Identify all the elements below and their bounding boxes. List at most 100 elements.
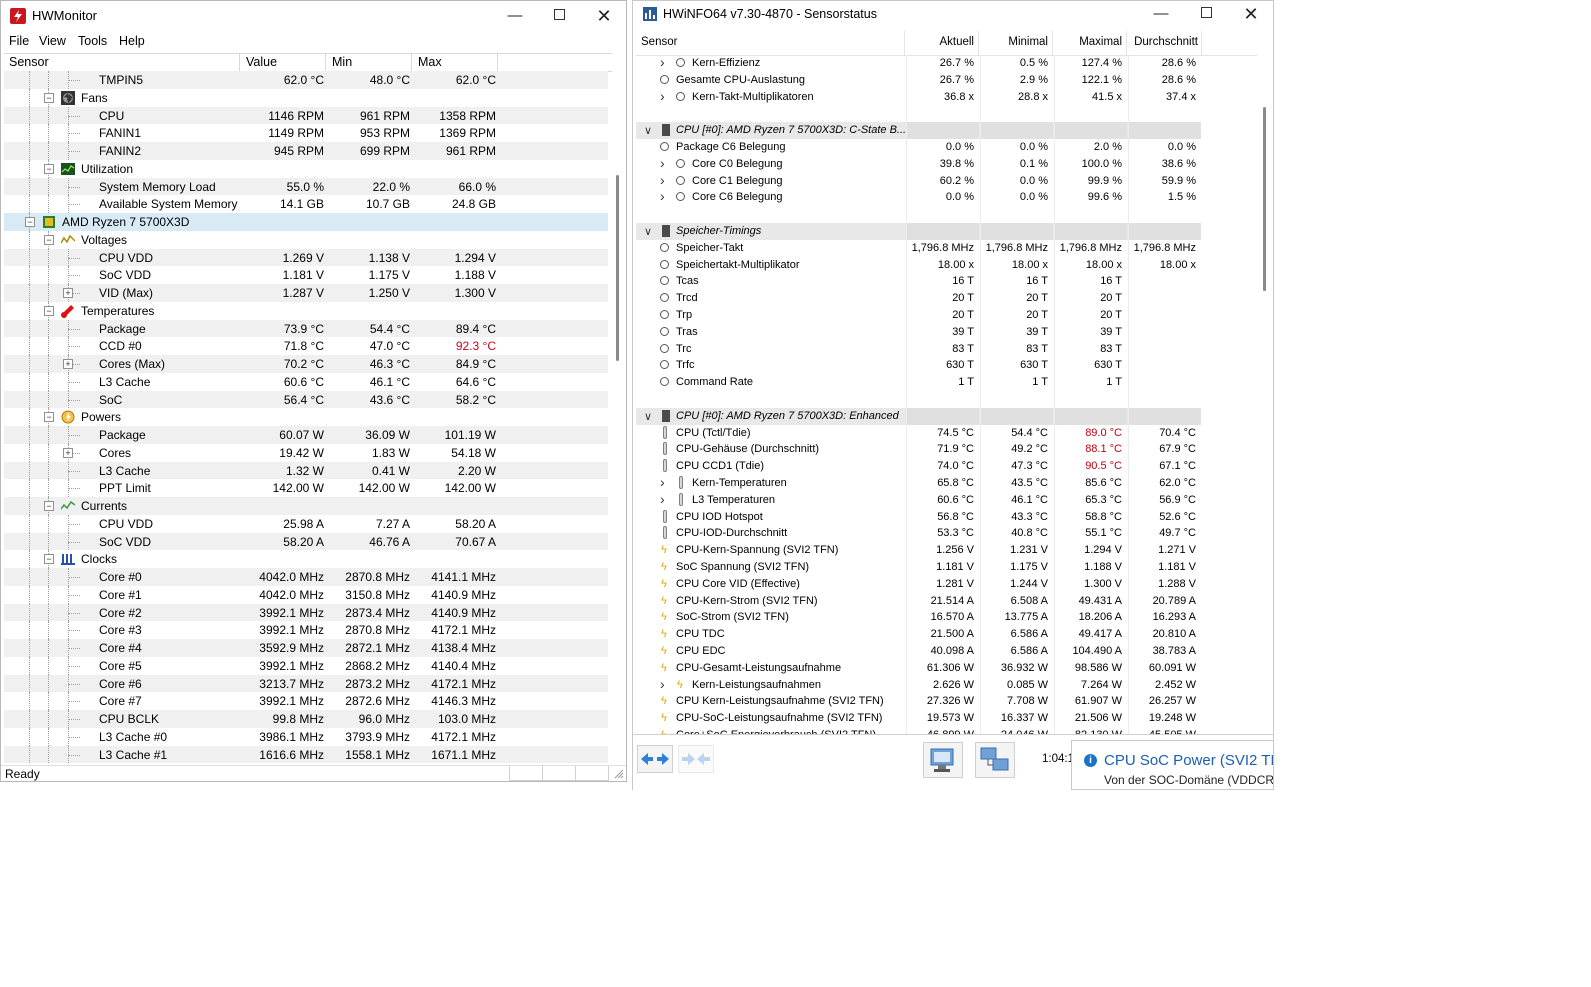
chevron-down-icon[interactable]: ∨: [644, 124, 652, 137]
sensor-row[interactable]: CPU VDD 1.269 V 1.138 V 1.294 V: [4, 248, 608, 267]
column-current[interactable]: Aktuell: [906, 36, 974, 48]
close-button[interactable]: ✕: [1228, 1, 1274, 27]
sensor-row[interactable]: + VID (Max) 1.287 V 1.250 V 1.300 V: [4, 284, 608, 302]
sensor-row[interactable]: Trfc 630 T 630 T 630 T: [636, 357, 1257, 375]
menu-file[interactable]: File: [9, 34, 29, 48]
collapse-toggle[interactable]: −: [44, 234, 54, 245]
sensor-row[interactable]: Core #2 3992.1 MHz 2873.4 MHz 4140.9 MHz: [4, 603, 608, 622]
sensor-row[interactable]: ϟ CPU Core VID (Effective) 1.281 V 1.244 V 1…: [636, 575, 1257, 593]
resize-grip-icon[interactable]: [613, 768, 624, 779]
menu-tools[interactable]: Tools: [78, 34, 107, 48]
hwmonitor-titlebar[interactable]: HWMonitor — ✕: [1, 1, 626, 31]
sensor-row[interactable]: FANIN1 1149 RPM 953 RPM 1369 RPM: [4, 124, 608, 142]
sensor-row[interactable]: CPU-IOD-Durchschnitt 53.3 °C 40.8 °C 55.1 °…: [636, 525, 1257, 543]
sensor-row[interactable]: Tras 39 T 39 T 39 T: [636, 323, 1257, 341]
sensor-group-row[interactable]: ∨ CPU [#0]: AMD Ryzen 7 5700X3D: Enhanced: [636, 407, 1257, 425]
sensor-row[interactable]: Core #5 3992.1 MHz 2868.2 MHz 4140.4 MHz: [4, 656, 608, 675]
sensor-row[interactable]: Core #7 3992.1 MHz 2872.6 MHz 4146.3 MHz: [4, 692, 608, 710]
sensor-group-row[interactable]: ∨ Speicher-Timings: [636, 223, 1257, 240]
chevron-right-icon[interactable]: ›: [660, 88, 665, 104]
sensor-row[interactable]: ϟ CPU-Kern-Strom (SVI2 TFN) 21.514 A 6.508 …: [636, 592, 1257, 610]
sensor-row[interactable]: › ϟ Kern-Leistungsaufnahmen 2.626 W 0.085 W 7…: [636, 676, 1257, 694]
sensor-row[interactable]: Core #0 4042.0 MHz 2870.8 MHz 4141.1 MHz: [4, 568, 608, 586]
sensor-tree[interactable]: TMPIN5 62.0 °C 48.0 °C 62.0 °C − Fans CPU 1146 …: [4, 71, 608, 764]
sensor-row[interactable]: PPT Limit 142.00 W 142.00 W 142.00 W: [4, 479, 608, 497]
chevron-down-icon[interactable]: ∨: [644, 410, 652, 423]
sensor-row[interactable]: L3 Cache #0 3986.1 MHz 3793.9 MHz 4172.1 MH…: [4, 727, 608, 746]
sensor-row[interactable]: Trc 83 T 83 T 83 T: [636, 340, 1257, 358]
expand-toggle[interactable]: +: [63, 359, 73, 369]
sensor-row[interactable]: + Cores 19.42 W 1.83 W 54.18 W: [4, 443, 608, 462]
sensor-row[interactable]: Trp 20 T 20 T 20 T: [636, 307, 1257, 324]
hwinfo-window[interactable]: HWiNFO64 v7.30-4870 - Sensorstatus — ✕ S…: [632, 0, 1274, 790]
sensor-row[interactable]: CPU IOD Hotspot 56.8 °C 43.3 °C 58.8 °C 52.6…: [636, 508, 1257, 526]
sensor-row[interactable]: Trcd 20 T 20 T 20 T: [636, 290, 1257, 307]
chevron-right-icon[interactable]: ›: [660, 55, 665, 70]
sensor-row[interactable]: Core #3 3992.1 MHz 2870.8 MHz 4172.1 MHz: [4, 621, 608, 639]
sensor-row[interactable]: SoC 56.4 °C 43.6 °C 58.2 °C: [4, 390, 608, 409]
navigate-collapse-button[interactable]: [678, 745, 714, 773]
column-value[interactable]: Value: [246, 55, 277, 69]
sensor-row[interactable]: › Kern-Temperaturen 65.8 °C 43.5 °C 85.6 °C 6…: [636, 474, 1257, 492]
sensor-row[interactable]: ϟ CPU Kern-Leistungsaufnahme (SVI2 TFN) 27…: [636, 693, 1257, 711]
sensor-row[interactable]: CPU VDD 25.98 A 7.27 A 58.20 A: [4, 514, 608, 533]
sensor-row[interactable]: Available System Memory 14.1 GB 10.7 GB 24.…: [4, 195, 608, 213]
tree-node-row[interactable]: − Utilization: [4, 159, 608, 178]
sensor-row[interactable]: TMPIN5 62.0 °C 48.0 °C 62.0 °C: [4, 71, 608, 89]
maximize-button[interactable]: [536, 1, 582, 31]
menu-help[interactable]: Help: [119, 34, 145, 48]
sensor-row[interactable]: + Cores (Max) 70.2 °C 46.3 °C 84.9 °C: [4, 355, 608, 373]
column-min[interactable]: Min: [332, 55, 352, 69]
sensor-row[interactable]: ϟ SoC Spannung (SVI2 TFN) 1.181 V 1.175 V 1.…: [636, 559, 1257, 576]
expand-toggle[interactable]: +: [63, 288, 73, 298]
sensor-row[interactable]: CPU (Tctl/Tdie) 74.5 °C 54.4 °C 89.0 °C 70.4…: [636, 424, 1257, 442]
sensor-row[interactable]: › L3 Temperaturen 60.6 °C 46.1 °C 65.3 °C 56.…: [636, 491, 1257, 509]
tree-node-row[interactable]: − AMD Ryzen 7 5700X3D: [4, 213, 608, 231]
sensor-row[interactable]: ϟ CPU-Kern-Spannung (SVI2 TFN) 1.256 V 1.23…: [636, 542, 1257, 559]
tree-node-row[interactable]: − Fans: [4, 88, 608, 107]
sensor-row[interactable]: ϟ SoC-Strom (SVI2 TFN) 16.570 A 13.775 A 18.…: [636, 609, 1257, 627]
sensor-row[interactable]: Tcas 16 T 16 T 16 T: [636, 273, 1257, 291]
sensor-row[interactable]: Command Rate 1 T 1 T 1 T: [636, 374, 1257, 391]
sensor-row[interactable]: System Memory Load 55.0 % 22.0 % 66.0 %: [4, 177, 608, 196]
sensor-row[interactable]: › Core C6 Belegung 0.0 % 0.0 % 99.6 % 1.5 %: [636, 188, 1257, 207]
sensor-row[interactable]: Core #1 4042.0 MHz 3150.8 MHz 4140.9 MHz: [4, 585, 608, 604]
network-button[interactable]: [975, 742, 1015, 778]
hwinfo-titlebar[interactable]: HWiNFO64 v7.30-4870 - Sensorstatus — ✕: [633, 1, 1273, 28]
scrollbar-thumb[interactable]: [616, 175, 619, 361]
collapse-toggle[interactable]: −: [44, 412, 54, 423]
tree-node-row[interactable]: − Voltages: [4, 230, 608, 249]
sensor-row[interactable]: › Kern-Takt-Multiplikatoren 36.8 x 28.8 x 41…: [636, 88, 1257, 106]
column-maximum[interactable]: Maximal: [1054, 36, 1122, 48]
sensor-row[interactable]: Package 60.07 W 36.09 W 101.19 W: [4, 426, 608, 444]
vertical-scrollbar[interactable]: [613, 71, 625, 764]
tree-node-row[interactable]: − Clocks: [4, 550, 608, 568]
tree-node-row[interactable]: − Powers: [4, 408, 608, 426]
close-button[interactable]: ✕: [581, 1, 627, 31]
sensor-row[interactable]: CPU BCLK 99.8 MHz 96.0 MHz 103.0 MHz: [4, 710, 608, 728]
column-average[interactable]: Durchschnitt: [1128, 36, 1198, 48]
maximize-button[interactable]: [1183, 1, 1229, 27]
sensor-row[interactable]: CPU-Gehäuse (Durchschnitt) 71.9 °C 49.2 °C…: [636, 441, 1257, 459]
sensor-row[interactable]: CPU CCD1 (Tdie) 74.0 °C 47.3 °C 90.5 °C 67.1…: [636, 458, 1257, 475]
chevron-right-icon[interactable]: ›: [660, 474, 665, 490]
chevron-right-icon[interactable]: ›: [660, 491, 665, 507]
vertical-scrollbar[interactable]: [1259, 55, 1271, 734]
sensor-row[interactable]: ϟ CPU EDC 40.098 A 6.586 A 104.490 A 38.783 A: [636, 643, 1257, 660]
sensor-row[interactable]: Core #6 3213.7 MHz 2873.2 MHz 4172.1 MHz: [4, 674, 608, 693]
sensor-row[interactable]: ϟ CPU-Gesamt-Leistungsaufnahme 61.306 W 36.…: [636, 659, 1257, 677]
sensor-list[interactable]: › Kern-Effizienz 26.7 % 0.5 % 127.4 % 28.6 % G…: [636, 55, 1257, 734]
sensor-row[interactable]: CCD #0 71.8 °C 47.0 °C 92.3 °C: [4, 337, 608, 355]
sensor-row[interactable]: ϟ CPU TDC 21.500 A 6.586 A 49.417 A 20.810 A: [636, 626, 1257, 643]
minimize-button[interactable]: —: [492, 1, 538, 31]
column-sensor[interactable]: Sensor: [641, 36, 677, 48]
scrollbar-thumb[interactable]: [1263, 107, 1266, 291]
tree-node-row[interactable]: − Temperatures: [4, 301, 608, 320]
sensor-row[interactable]: CPU 1146 RPM 961 RPM 1358 RPM: [4, 106, 608, 125]
sensor-row[interactable]: › Core C0 Belegung 39.8 % 0.1 % 100.0 % 38.6 …: [636, 155, 1257, 173]
column-max[interactable]: Max: [418, 55, 442, 69]
navigate-left-right-button[interactable]: [637, 745, 673, 773]
collapse-toggle[interactable]: −: [44, 554, 54, 565]
chevron-down-icon[interactable]: ∨: [644, 225, 652, 238]
sensor-row[interactable]: SoC VDD 58.20 A 46.76 A 70.67 A: [4, 532, 608, 551]
